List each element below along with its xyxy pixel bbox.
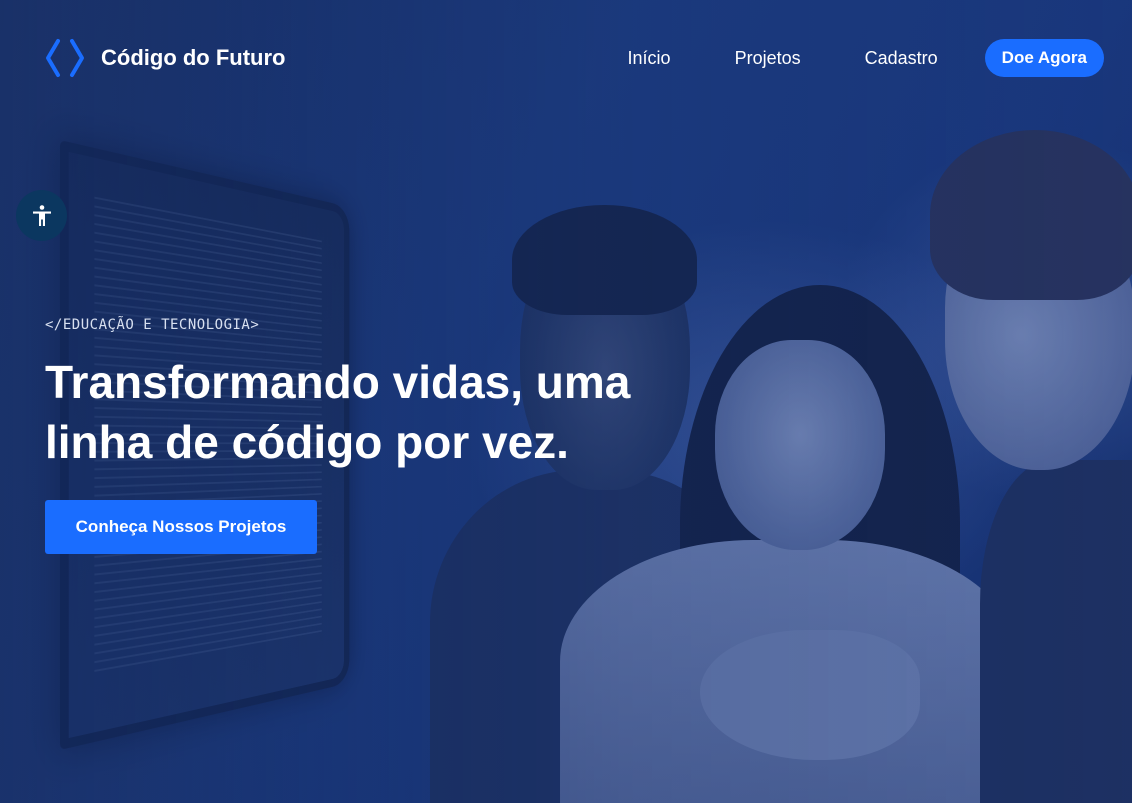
nav-link-projetos[interactable]: Projetos	[735, 48, 801, 69]
accessibility-person-icon	[32, 204, 51, 226]
brand-name: Código do Futuro	[101, 45, 286, 70]
accessibility-button[interactable]	[16, 190, 67, 241]
site-header: Código do Futuro Início Projetos Cadastr…	[0, 0, 1132, 116]
main-nav: Início Projetos Cadastro Doe Agora	[628, 39, 1104, 77]
hero-headline: Transformando vidas, uma linha de código…	[45, 356, 631, 468]
brand-logo-link[interactable]: Código do Futuro	[45, 38, 286, 78]
donate-button[interactable]: Doe Agora	[984, 39, 1104, 77]
code-brackets-icon	[46, 39, 84, 77]
nav-link-cadastro[interactable]: Cadastro	[865, 48, 938, 69]
nav-link-inicio[interactable]: Início	[628, 48, 671, 69]
hero-eyebrow: </EDUCAÇÃO E TECNOLOGIA>	[45, 317, 260, 333]
projects-cta-button[interactable]: Conheça Nossos Projetos	[45, 500, 317, 554]
hero-section: Código do Futuro Início Projetos Cadastr…	[0, 0, 1132, 803]
